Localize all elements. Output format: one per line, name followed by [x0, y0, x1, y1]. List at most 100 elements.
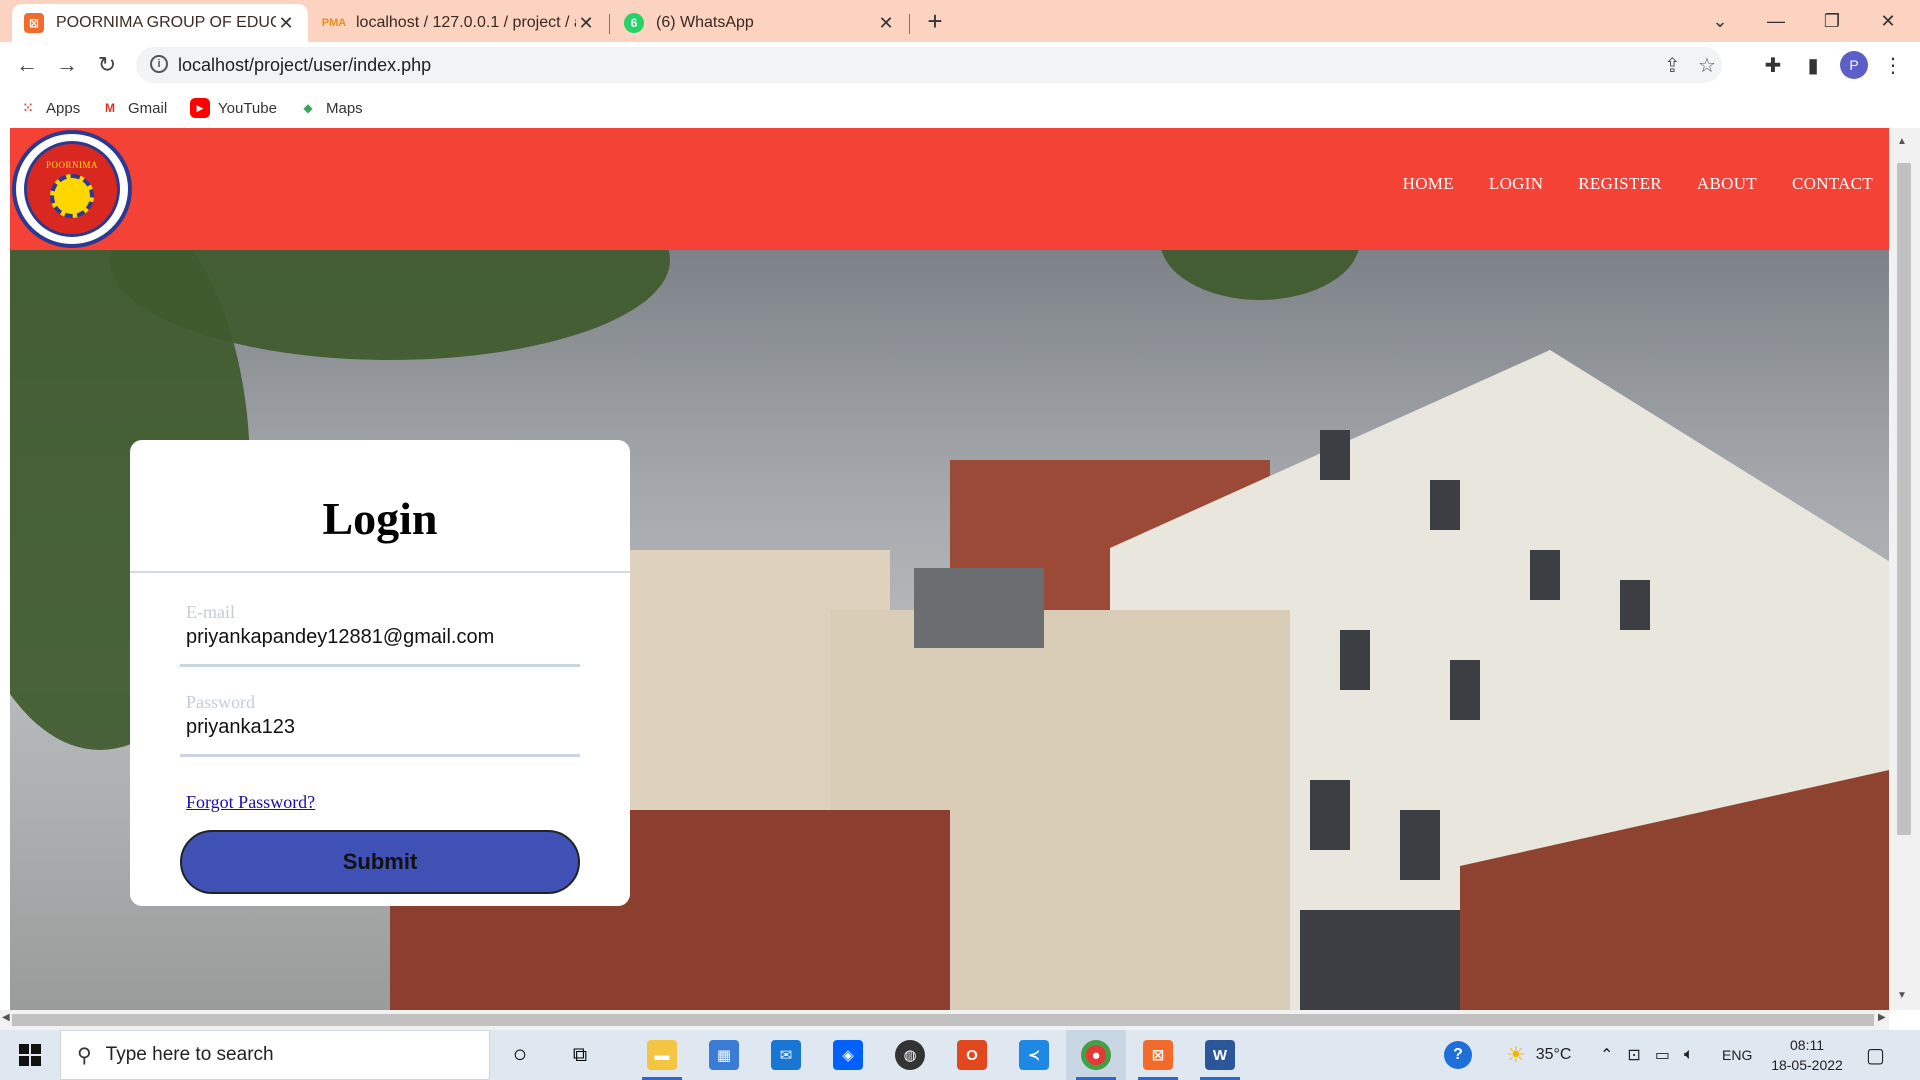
battery-icon[interactable]: ▭ — [1655, 1045, 1670, 1065]
start-button[interactable] — [0, 1030, 60, 1080]
email-field[interactable]: E-mail priyankapandey12881@gmail.com — [180, 602, 580, 668]
password-field[interactable]: Password priyanka123 — [180, 692, 580, 758]
scrollbar-thumb[interactable] — [12, 1014, 1874, 1026]
xampp-icon: ⊠ — [1143, 1040, 1173, 1070]
forgot-password-link[interactable]: Forgot Password? — [186, 792, 315, 813]
back-button[interactable]: ← — [10, 48, 44, 82]
scroll-up-arrow-icon[interactable]: ▲ — [1897, 136, 1907, 147]
nav-home[interactable]: HOME — [1403, 174, 1454, 194]
folder-icon: ▬ — [647, 1040, 677, 1070]
reload-button[interactable]: ↻ — [90, 48, 124, 82]
bookmark-apps[interactable]: ⁙ Apps — [18, 96, 80, 120]
minimize-button[interactable]: — — [1748, 0, 1804, 42]
submit-button[interactable]: Submit — [180, 830, 580, 894]
close-tab-icon[interactable]: ✕ — [876, 13, 896, 34]
app-circle-icon: ◍ — [895, 1040, 925, 1070]
horizontal-scrollbar[interactable]: ◀ ▶ — [0, 1010, 1889, 1030]
bookmark-label: Gmail — [128, 99, 168, 117]
grey-balcony — [914, 568, 1044, 648]
file-explorer-button[interactable]: ▬ — [632, 1030, 692, 1080]
menu-kebab-icon[interactable]: ⋮ — [1878, 50, 1908, 80]
tab-whatsapp[interactable]: 6 (6) WhatsApp ✕ — [612, 4, 908, 42]
tab-poornima[interactable]: ⊠ POORNIMA GROUP OF EDUCATI ✕ — [12, 4, 308, 42]
extensions-icon[interactable]: ✚ — [1758, 50, 1788, 80]
bookmark-label: YouTube — [218, 99, 277, 117]
nav-about[interactable]: ABOUT — [1697, 174, 1757, 194]
language-indicator[interactable]: ENG — [1722, 1030, 1752, 1080]
volume-icon[interactable]: 🔈︎ — [1684, 1046, 1694, 1064]
task-view-icon: ⧉ — [572, 1043, 588, 1066]
weather-widget[interactable]: ☀ 35°C — [1506, 1030, 1571, 1080]
login-divider — [130, 571, 630, 573]
tab-separator — [609, 14, 610, 34]
tree-foliage — [1160, 250, 1360, 300]
scrollbar-thumb[interactable] — [1897, 163, 1911, 835]
chrome-button[interactable]: ● — [1066, 1030, 1126, 1080]
password-input[interactable]: priyanka123 — [186, 716, 576, 739]
store-button[interactable]: ▦ — [694, 1030, 754, 1080]
window — [1320, 430, 1350, 480]
xampp-button[interactable]: ⊠ — [1128, 1030, 1188, 1080]
taskbar-clock[interactable]: 08:11 18-05-2022 — [1762, 1035, 1852, 1075]
vscode-button[interactable]: ≺ — [1004, 1030, 1064, 1080]
search-icon: ⚲ — [77, 1044, 92, 1067]
tab-title: POORNIMA GROUP OF EDUCATI — [56, 14, 276, 31]
system-tray-icons[interactable]: ⌃ ⊡ ▭ 🔈︎ — [1600, 1030, 1694, 1080]
help-tray[interactable]: ? — [1444, 1030, 1472, 1080]
mail-button[interactable]: ✉ — [756, 1030, 816, 1080]
email-input[interactable]: priyankapandey12881@gmail.com — [186, 626, 576, 649]
scroll-down-arrow-icon[interactable]: ▼ — [1897, 990, 1907, 1001]
vertical-scrollbar[interactable]: ▲ ▼ — [1889, 128, 1920, 1010]
word-button[interactable]: W — [1190, 1030, 1250, 1080]
office-icon: O — [957, 1040, 987, 1070]
office-button[interactable]: O — [942, 1030, 1002, 1080]
nav-login[interactable]: LOGIN — [1489, 174, 1543, 194]
tab-search-icon[interactable]: ⌄ — [1692, 0, 1748, 42]
bookmark-label: Apps — [46, 99, 81, 117]
network-icon[interactable]: ⊡ — [1627, 1045, 1640, 1065]
site-nav: HOME LOGIN REGISTER ABOUT CONTACT — [1403, 174, 1873, 194]
profile-avatar[interactable]: P — [1840, 51, 1868, 79]
bookmark-youtube[interactable]: ▶ YouTube — [190, 96, 277, 120]
bookmark-maps[interactable]: ◆ Maps — [298, 96, 362, 120]
restore-button[interactable]: ❐ — [1804, 0, 1860, 42]
whatsapp-icon: 6 — [624, 13, 644, 33]
browser-toolbar: ← → ↻ i localhost/project/user/index.php… — [0, 42, 1920, 88]
address-bar[interactable]: i localhost/project/user/index.php ⇪ ☆ — [136, 47, 1722, 83]
scroll-right-arrow-icon[interactable]: ▶ — [1878, 1012, 1886, 1023]
ubuntu-button[interactable]: ◍ — [880, 1030, 940, 1080]
bookmark-gmail[interactable]: M Gmail — [100, 96, 167, 120]
scroll-left-arrow-icon[interactable]: ◀ — [2, 1012, 10, 1023]
email-label: E-mail — [186, 602, 235, 622]
college-logo[interactable]: POORNIMA — [12, 130, 132, 248]
tab-phpmyadmin[interactable]: PMA localhost / 127.0.0.1 / project / ac… — [312, 4, 608, 42]
side-panel-icon[interactable]: ▮ — [1798, 50, 1828, 80]
bookmark-star-icon[interactable]: ☆ — [1698, 53, 1716, 78]
clock-time: 08:11 — [1790, 1037, 1824, 1053]
nav-contact[interactable]: CONTACT — [1792, 174, 1873, 194]
cortana-button[interactable]: ○ — [490, 1030, 550, 1080]
window — [1400, 810, 1440, 880]
xampp-icon: ⊠ — [24, 13, 44, 33]
search-placeholder: Type here to search — [105, 1044, 274, 1065]
notifications-button[interactable]: ▢ — [1866, 1030, 1885, 1080]
taskbar-search-box[interactable]: ⚲ Type here to search — [60, 1030, 490, 1080]
close-window-button[interactable]: ✕ — [1860, 0, 1916, 42]
address-url[interactable]: localhost/project/user/index.php — [178, 55, 431, 76]
nav-register[interactable]: REGISTER — [1578, 174, 1662, 194]
share-icon[interactable]: ⇪ — [1664, 53, 1681, 78]
close-tab-icon[interactable]: ✕ — [276, 13, 296, 34]
password-underline — [180, 754, 580, 757]
logo-text: POORNIMA — [45, 160, 98, 170]
task-view-button[interactable]: ⧉ — [550, 1030, 610, 1080]
window — [1450, 660, 1480, 720]
show-hidden-icon[interactable]: ⌃ — [1600, 1045, 1613, 1065]
tab-title: (6) WhatsApp — [656, 14, 754, 31]
close-tab-icon[interactable]: ✕ — [576, 13, 596, 34]
vscode-icon: ≺ — [1019, 1040, 1049, 1070]
window — [1310, 780, 1350, 850]
forward-button[interactable]: → — [50, 48, 84, 82]
dropbox-button[interactable]: ◈ — [818, 1030, 878, 1080]
new-tab-button[interactable]: + — [920, 6, 950, 36]
site-info-icon[interactable]: i — [150, 55, 168, 73]
